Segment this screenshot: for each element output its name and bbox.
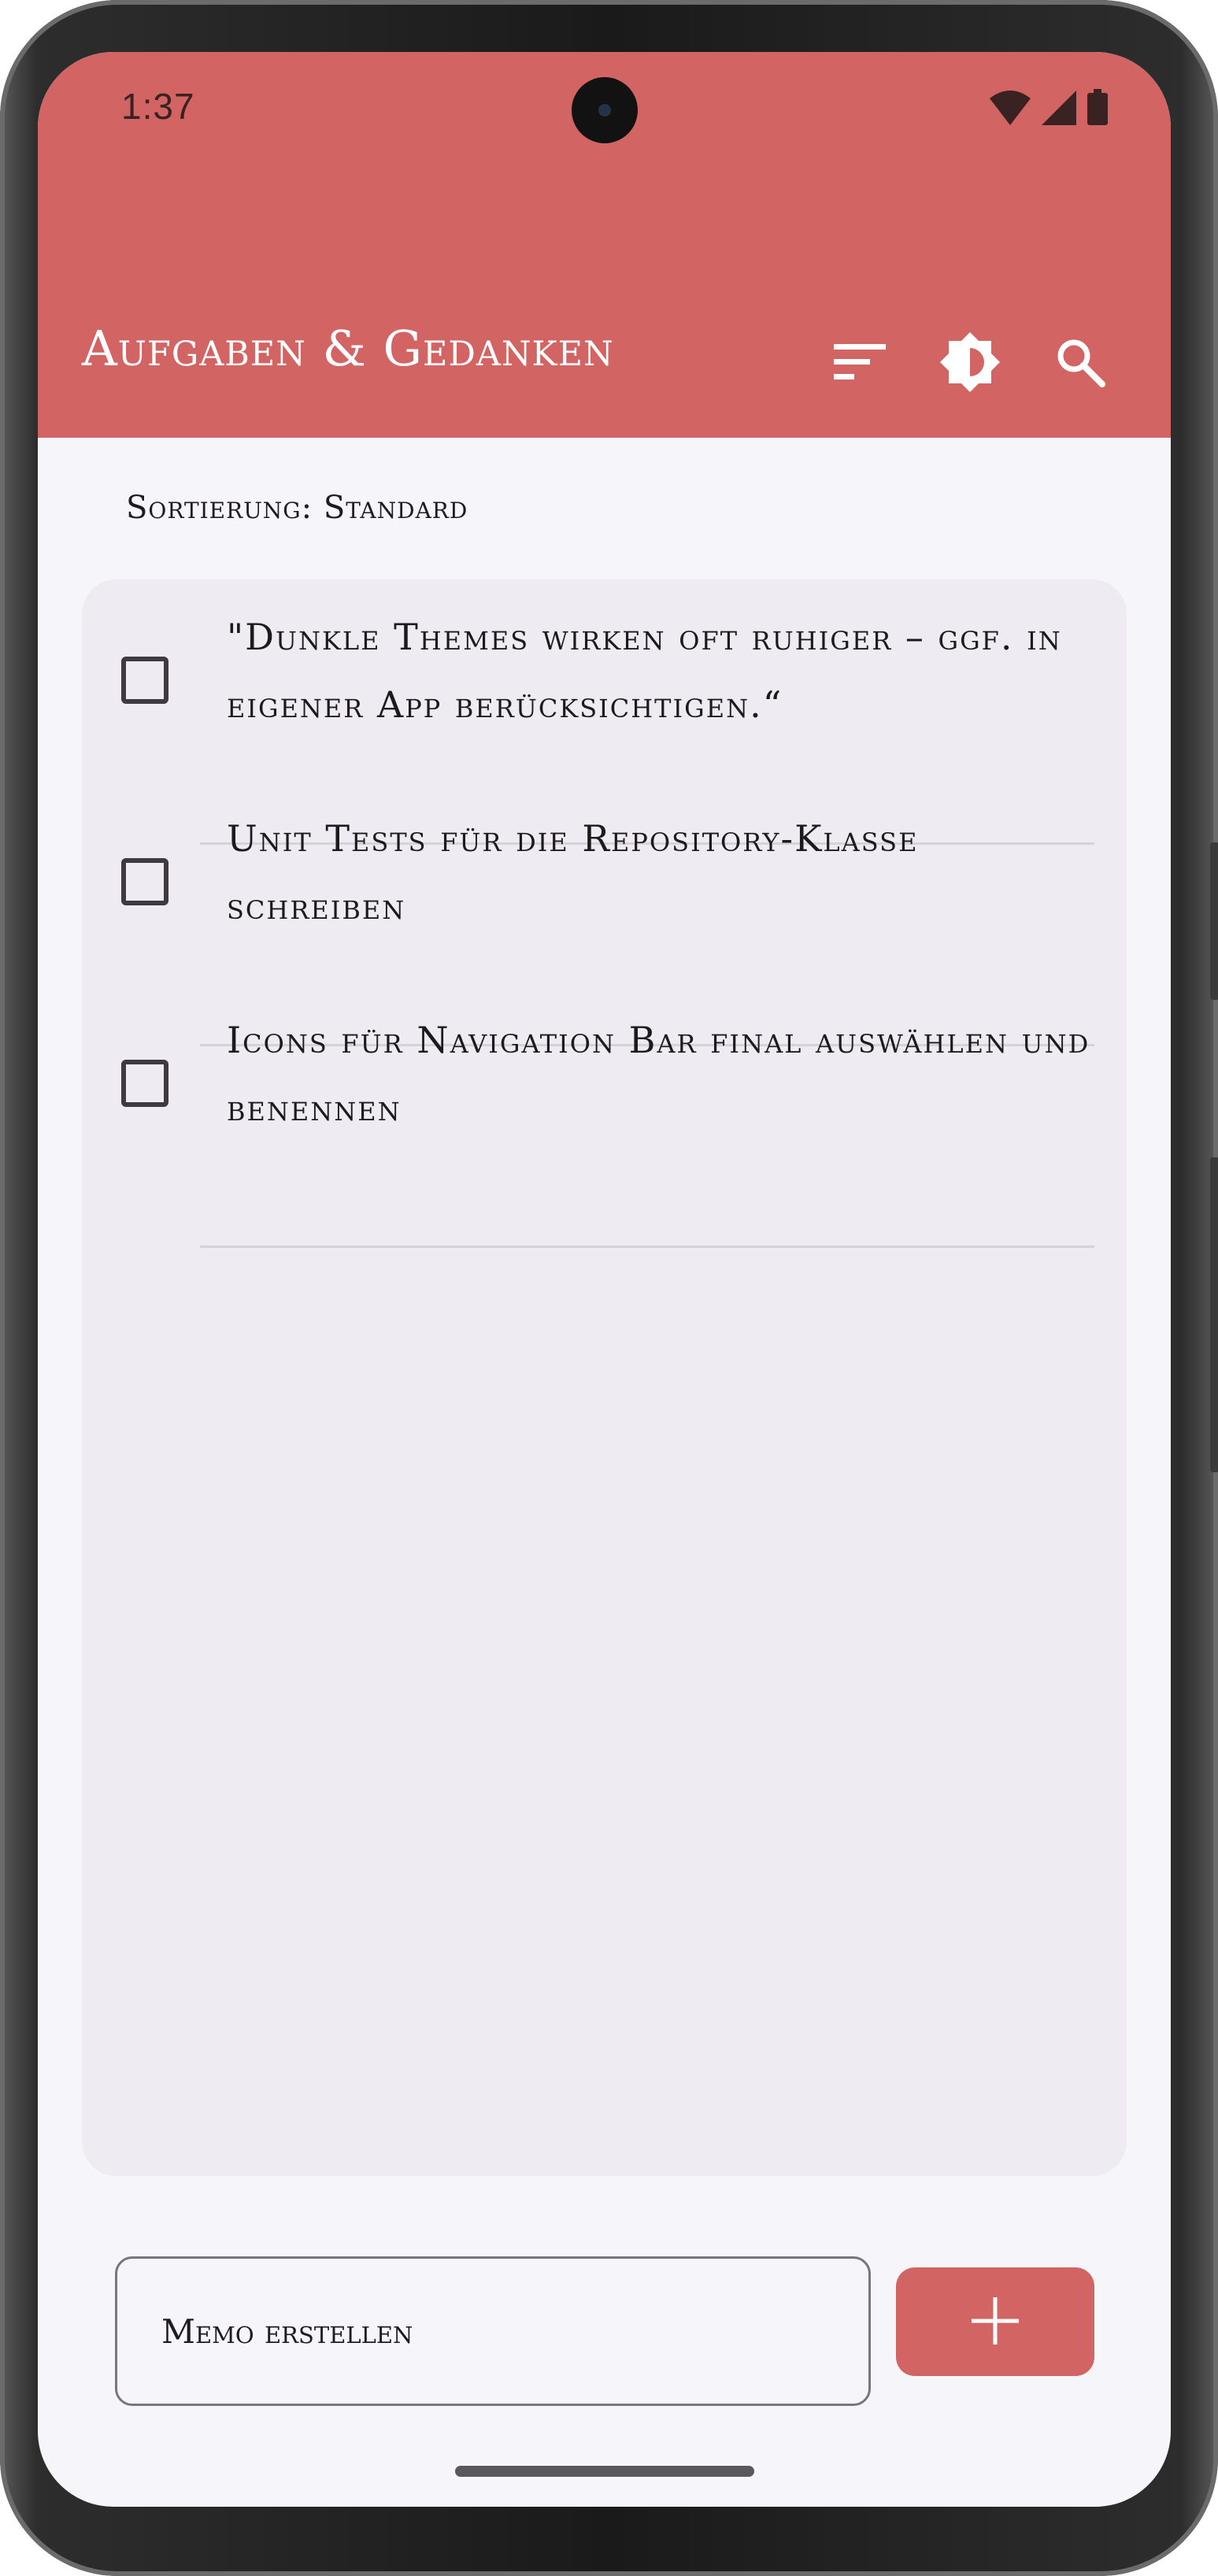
memo-checkbox[interactable]	[121, 657, 168, 704]
add-memo-button[interactable]	[896, 2267, 1094, 2376]
power-button	[1210, 1157, 1218, 1472]
memo-divider	[200, 1245, 1094, 1248]
memo-text: Unit Tests für die Repository-Klasse sch…	[227, 817, 919, 927]
sort-label: Sortierung: Standard	[126, 490, 468, 526]
front-camera	[572, 77, 638, 143]
status-time: 1:37	[121, 86, 195, 127]
search-icon	[1055, 337, 1105, 391]
memo-checkbox[interactable]	[121, 858, 168, 905]
memo-checkbox[interactable]	[121, 1060, 168, 1107]
top-app-bar: 1:37 Aufgaben & Gedanken	[38, 52, 1171, 438]
sort-icon	[834, 343, 886, 384]
memo-item[interactable]: "Dunkle Themes wirken oft ruhiger – ggf.…	[82, 579, 1127, 845]
screen: 1:37 Aufgaben & Gedanken Sortierung: Sta…	[38, 52, 1171, 2507]
cellular-signal-icon	[1042, 91, 1076, 129]
wifi-icon	[990, 91, 1031, 129]
sort-button[interactable]	[827, 331, 893, 397]
volume-button	[1210, 842, 1218, 1000]
theme-toggle-button[interactable]	[937, 331, 1003, 397]
device-frame: 1:37 Aufgaben & Gedanken Sortierung: Sta…	[0, 0, 1218, 2576]
plus-icon	[970, 2296, 1020, 2348]
home-indicator[interactable]	[455, 2466, 754, 2477]
memo-input[interactable]	[115, 2256, 871, 2406]
brightness-icon	[938, 331, 1001, 398]
memo-text: "Dunkle Themes wirken oft ruhiger – ggf.…	[227, 616, 1062, 726]
battery-icon	[1087, 89, 1108, 129]
memo-text: Icons für Navigation Bar final auswählen…	[227, 1019, 1090, 1129]
status-icons	[990, 89, 1108, 129]
memo-item[interactable]: Icons für Navigation Bar final auswählen…	[82, 983, 1127, 1248]
app-title: Aufgaben & Gedanken	[82, 320, 614, 377]
memo-list-card: "Dunkle Themes wirken oft ruhiger – ggf.…	[82, 579, 1127, 2176]
memo-item[interactable]: Unit Tests für die Repository-Klasse sch…	[82, 781, 1127, 1046]
search-button[interactable]	[1047, 331, 1113, 397]
